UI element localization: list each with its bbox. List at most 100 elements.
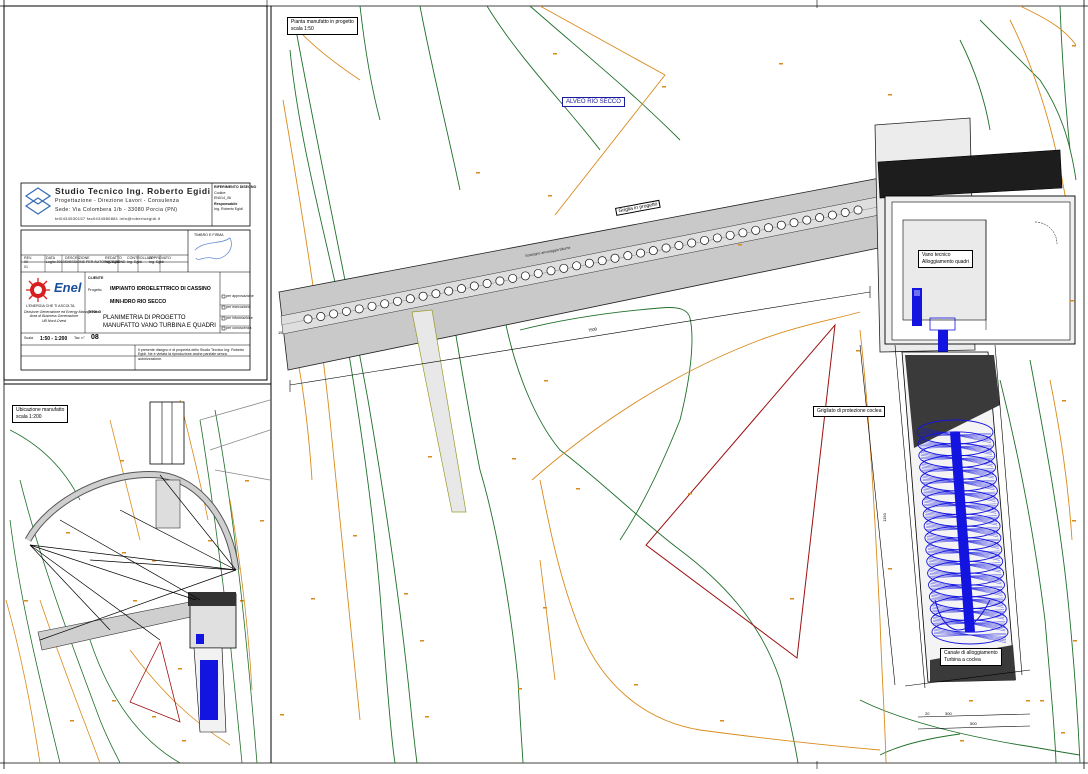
revision-table: REV.DATADESCRIZIONEREDATTOCONTROLLATOAPP… — [24, 256, 184, 269]
grate-hole — [841, 208, 849, 216]
grate-hole — [803, 216, 811, 224]
location-plan — [6, 400, 270, 763]
title-label: TITOLO — [88, 310, 101, 314]
drawing-canvas — [0, 0, 1088, 769]
spot-height — [738, 244, 742, 246]
grate-hole — [368, 302, 376, 310]
spot-height — [720, 720, 724, 722]
riverbed-label: ALVEO RIO SECCO — [562, 97, 625, 107]
project-label: Progetto — [88, 288, 102, 292]
studio-logo — [26, 188, 50, 214]
channel-label-line1: Canale di alloggiamento — [944, 650, 998, 657]
spot-height — [548, 195, 552, 197]
grate-hole — [483, 279, 491, 287]
spot-height — [122, 552, 126, 554]
spot-height — [553, 53, 557, 55]
client-label: CLIENTE — [88, 276, 103, 280]
location-plan-title: Ubicazione manufatto scala 1:200 — [12, 405, 68, 423]
title-line-2: MANUFATTO VANO TURBINA E QUADRI — [103, 323, 216, 329]
dim-label-4: 300 — [945, 711, 952, 716]
grate-hole — [419, 292, 427, 300]
spot-height — [543, 607, 547, 609]
spot-height — [888, 94, 892, 96]
revision-cell — [65, 265, 103, 269]
grate-hole — [393, 297, 401, 305]
spot-height — [512, 458, 516, 460]
drawing-sheet: Pianta manufatto in progetto scala 1:50 … — [0, 0, 1088, 769]
studio-services: Progettazione - Direzione Lavori - Consu… — [55, 198, 179, 204]
spot-height — [112, 700, 116, 702]
grate-hole — [470, 282, 478, 290]
enel-logo-text: Enel — [54, 280, 81, 295]
spot-height — [420, 640, 424, 642]
revision-cell — [46, 265, 63, 269]
spot-height — [1040, 700, 1044, 702]
ref-line-1: RIFERIMENTO DISEGNO — [214, 185, 250, 189]
enel-division-3: UB Nord-Ovest — [24, 319, 84, 323]
grate-hole — [649, 247, 657, 255]
grate-hole — [521, 272, 529, 280]
grate-hole — [406, 295, 414, 303]
grate-hole — [726, 231, 734, 239]
studio-address: Sede: Via Colombera 1/b - 33080 Porcia (… — [55, 207, 177, 213]
revision-body: 00Luglio 2013EMISSIONE PER AUTORIZZAZION… — [24, 260, 184, 269]
dim-label-2: 1150 — [882, 513, 887, 522]
grate-hole — [739, 229, 747, 237]
spot-height — [476, 172, 480, 174]
spot-height — [280, 714, 284, 716]
grate-hole — [381, 300, 389, 308]
main-plan-scale: scala 1:50 — [291, 26, 354, 33]
spot-height — [688, 493, 692, 495]
grate-hole — [534, 269, 542, 277]
sheet-value: 08 — [91, 334, 99, 341]
grate-hole — [330, 310, 338, 318]
spot-height — [353, 535, 357, 537]
spot-height — [425, 716, 429, 718]
spot-height — [133, 600, 137, 602]
intake-grate — [279, 178, 888, 512]
grate-hole — [700, 236, 708, 244]
grate-hole — [624, 252, 632, 260]
grate-hole — [432, 290, 440, 298]
grate-hole — [790, 219, 798, 227]
turbine-house — [875, 118, 1075, 688]
grate-hole — [637, 249, 645, 257]
project-value: IMPIANTO IDROELETTRICO DI CASSINO — [110, 286, 211, 292]
dim-label-6: 15 — [278, 330, 282, 335]
spot-height — [1070, 300, 1074, 302]
tech-room-label: Vano tecnico Alloggiamento quadri — [918, 250, 973, 268]
spot-height — [178, 668, 182, 670]
spot-height — [311, 598, 315, 600]
spot-height — [1072, 520, 1076, 522]
spot-height — [888, 568, 892, 570]
checkbox-label-4: per conoscenza — [226, 326, 254, 330]
grate-hole — [598, 257, 606, 265]
spot-height — [779, 63, 783, 65]
spot-height — [856, 350, 860, 352]
spot-height — [1061, 732, 1065, 734]
approval-checkboxes — [222, 295, 225, 330]
checkbox-labels: per approvazione per esecuzione per info… — [226, 294, 254, 330]
scale-label: Scala — [24, 336, 33, 340]
checkbox-label-3: per informazione — [226, 316, 254, 326]
grate-hole — [304, 315, 312, 323]
enel-division: Divisione Generazione ed Energy Manageme… — [24, 310, 84, 323]
grate-hole — [675, 241, 683, 249]
spot-height — [24, 600, 28, 602]
spot-height — [152, 716, 156, 718]
location-plan-title-text: Ubicazione manufatto — [16, 407, 64, 414]
ref-column: RIFERIMENTO DISEGNO Codice: EN014_06 Res… — [214, 185, 250, 211]
ref-line-5: Ing. Roberto Egidi — [214, 207, 250, 211]
protection-grate-label: Grigliato di protezione coclea — [813, 406, 885, 417]
main-plan-title-text: Pianta manufatto in progetto — [291, 19, 354, 26]
spot-height — [1026, 700, 1030, 702]
spot-height — [969, 700, 973, 702]
grate-hole — [611, 254, 619, 262]
channel-label-line2: Turbina a coclea — [944, 657, 998, 664]
spot-height — [960, 740, 964, 742]
title-line-1: PLANIMETRIA DI PROGETTO — [103, 315, 186, 321]
sheet-label: Tav. n° — [74, 336, 85, 340]
grate-hole — [355, 305, 363, 313]
grate-hole — [662, 244, 670, 252]
grate-hole — [752, 226, 760, 234]
